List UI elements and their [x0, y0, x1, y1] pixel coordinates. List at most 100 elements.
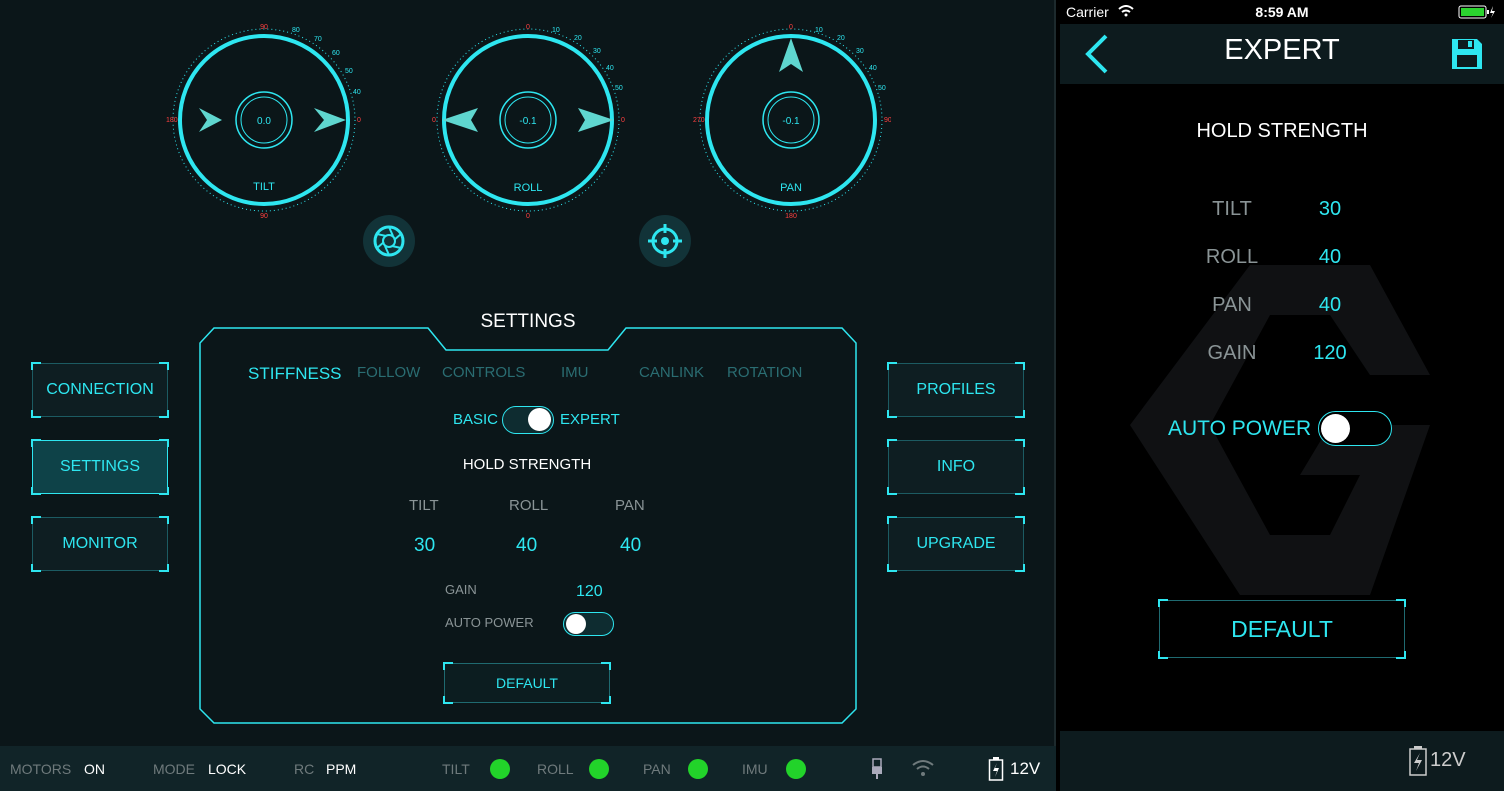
pan-tick-30: 30 [856, 48, 864, 55]
clock-label: 8:59 AM [1255, 4, 1309, 20]
roll-dial-label: ROLL [514, 182, 543, 194]
target-button[interactable] [639, 215, 691, 267]
phone-auto-power-toggle[interactable] [1318, 411, 1392, 446]
crosshair-icon [648, 224, 682, 258]
led-tilt [490, 759, 510, 779]
tilt-dial-value: 0.0 [257, 116, 271, 127]
tab-rotation[interactable]: ROTATION [727, 364, 802, 381]
phone-footer: 12V [1060, 731, 1504, 791]
nav-connection-button[interactable]: CONNECTION [31, 362, 169, 418]
led-pan [688, 759, 708, 779]
tab-follow[interactable]: FOLLOW [357, 364, 420, 381]
roll-dial: 0 10 20 30 40 50 0 0 0 -0.1 ROLL [432, 24, 625, 220]
phone-pan-label: PAN [1212, 294, 1252, 316]
toggle-knob [566, 614, 586, 634]
pan-dial: 0 10 20 30 40 50 90 270 180 -0.1 PAN [693, 24, 891, 220]
mode-basic-label: BASIC [453, 411, 499, 428]
toggle-knob [528, 408, 551, 431]
led-roll [589, 759, 609, 779]
tilt-tick-50: 50 [345, 68, 353, 75]
tilt-strength-value[interactable]: 30 [414, 535, 435, 557]
phone-voltage-value: 12V [1430, 749, 1466, 771]
nav-settings-label: SETTINGS [59, 458, 140, 475]
battery-icon [1409, 746, 1427, 776]
tilt-tick-80: 80 [292, 27, 300, 34]
default-button[interactable]: DEFAULT [443, 662, 611, 704]
nav-info-button[interactable]: INFO [887, 439, 1025, 495]
tilt-tick-60: 60 [332, 50, 340, 57]
voltage-value: 12V [1010, 759, 1041, 778]
roll-tick-40: 40 [606, 65, 614, 72]
roll-strength-value[interactable]: 40 [516, 535, 537, 557]
phone-nav-bar: EXPERT [1060, 24, 1504, 84]
settings-panel-title: SETTINGS [480, 311, 576, 332]
pan-dial-label: PAN [780, 182, 802, 194]
hold-strength-title: HOLD STRENGTH [462, 456, 592, 473]
roll-tick-bottom-0: 0 [526, 213, 530, 220]
nav-monitor-label: MONITOR [62, 535, 138, 552]
roll-tick-10: 10 [552, 27, 560, 34]
phone-default-button-label: DEFAULT [1231, 615, 1333, 642]
tilt-tick-180: 180 [166, 117, 178, 124]
led-imu [786, 759, 806, 779]
tab-canlink[interactable]: CANLINK [639, 364, 704, 381]
tilt-tick-70: 70 [314, 36, 322, 43]
pan-tick-90: 90 [884, 117, 891, 124]
gimbal-app-phone: Carrier 8:59 AM EXPERT HOLD STRENGTH TIL [1060, 0, 1504, 791]
tilt-dial-label: TILT [253, 181, 275, 193]
pan-strength-value[interactable]: 40 [620, 535, 641, 557]
roll-tick-left-0: 0 [432, 117, 436, 124]
tab-controls[interactable]: CONTROLS [442, 364, 525, 381]
phone-gain-value[interactable]: 120 [1300, 342, 1360, 365]
tab-imu[interactable]: IMU [561, 364, 589, 381]
phone-page-title: EXPERT [1224, 34, 1340, 66]
save-icon[interactable] [1450, 37, 1484, 71]
pan-tick-270: 270 [693, 117, 705, 124]
toggle-knob [1321, 414, 1350, 443]
pan-tick-0: 0 [789, 24, 793, 31]
phone-hold-strength-title: HOLD STRENGTH [1196, 120, 1368, 142]
motors-value: ON [84, 761, 105, 777]
led-label-roll: ROLL [537, 761, 574, 777]
roll-axis-label: ROLL [509, 497, 549, 514]
phone-tilt-value[interactable]: 30 [1300, 198, 1360, 221]
nav-profiles-label: PROFILES [916, 381, 996, 398]
nav-upgrade-label: UPGRADE [916, 535, 996, 552]
auto-power-toggle[interactable] [563, 612, 614, 636]
phone-pan-value[interactable]: 40 [1300, 294, 1360, 317]
tab-stiffness[interactable]: STIFFNESS [248, 364, 342, 384]
nav-upgrade-button[interactable]: UPGRADE [887, 516, 1025, 572]
nav-settings-button[interactable]: SETTINGS [31, 439, 169, 495]
battery-icon [988, 757, 1004, 781]
phone-roll-value[interactable]: 40 [1300, 246, 1360, 269]
aperture-button[interactable] [363, 215, 415, 267]
led-label-pan: PAN [643, 761, 671, 777]
rc-key: RC [294, 761, 315, 777]
ios-status-bar: Carrier 8:59 AM [1060, 0, 1504, 24]
roll-dial-value: -0.1 [519, 116, 537, 127]
basic-expert-toggle[interactable] [502, 406, 554, 434]
gain-label: GAIN [445, 582, 477, 597]
gimbal-app-tablet: 90 80 70 60 50 40 0 180 90 0.0 TILT 0 10… [0, 0, 1056, 791]
nav-connection-label: CONNECTION [46, 381, 154, 398]
phone-tilt-label: TILT [1212, 198, 1252, 220]
pan-dial-value: -0.1 [782, 116, 800, 127]
gain-value[interactable]: 120 [576, 583, 603, 601]
nav-monitor-button[interactable]: MONITOR [31, 516, 169, 572]
roll-tick-right-0: 0 [621, 117, 625, 124]
wifi-icon [912, 760, 934, 776]
tilt-tick-bottom-90: 90 [260, 213, 268, 220]
usb-icon [872, 758, 882, 779]
pan-axis-label: PAN [615, 497, 645, 514]
roll-tick-50: 50 [615, 85, 623, 92]
pan-tick-20: 20 [837, 35, 845, 42]
nav-profiles-button[interactable]: PROFILES [887, 362, 1025, 418]
phone-default-button[interactable]: DEFAULT [1158, 599, 1406, 659]
led-label-tilt: TILT [442, 761, 470, 777]
pan-tick-180: 180 [785, 213, 797, 220]
default-button-label: DEFAULT [496, 675, 558, 691]
mode-key: MODE [153, 761, 195, 777]
roll-tick-30: 30 [593, 48, 601, 55]
mode-value: LOCK [208, 761, 247, 777]
roll-tick-0: 0 [526, 24, 530, 31]
